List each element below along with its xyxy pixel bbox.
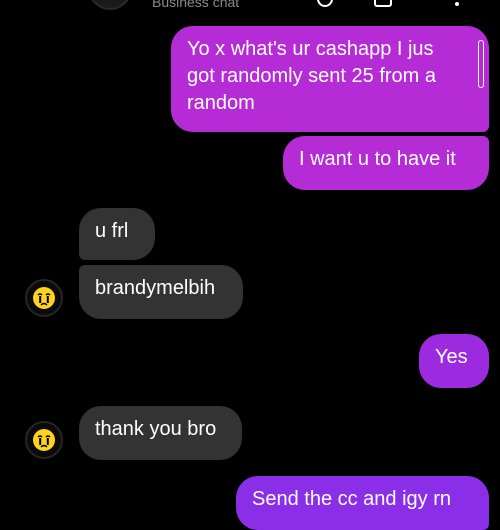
scroll-indicator[interactable] [478,40,484,88]
message-line: got randomly sent 25 from a [187,65,437,87]
message-bubble-incoming[interactable]: u frl [79,208,155,260]
crying-face-avatar-icon [33,287,55,309]
sender-avatar[interactable] [25,279,63,317]
sender-avatar[interactable] [25,421,63,459]
message-bubble-incoming[interactable]: thank you bro [79,406,242,460]
video-icon[interactable] [374,0,392,8]
message-bubble-outgoing[interactable]: Send the cc and igy rn [236,476,489,530]
message-bubble-outgoing[interactable]: Yes [419,334,489,388]
message-bubble-outgoing[interactable]: I want u to have it [283,136,489,190]
message-bubble-outgoing[interactable]: Yo x what's ur cashapp I jus got randoml… [171,26,489,132]
contact-avatar[interactable] [88,0,132,10]
top-bar: Business chat [0,0,500,14]
phone-icon[interactable] [316,0,334,8]
crying-face-avatar-icon [33,429,55,451]
header-subtitle: Business chat [152,0,240,10]
message-line: random [187,92,255,114]
message-line: Yo x what's ur cashapp I jus [187,38,434,60]
menu-dots-icon[interactable] [448,0,466,8]
message-bubble-incoming[interactable]: brandymelbih [79,265,243,319]
